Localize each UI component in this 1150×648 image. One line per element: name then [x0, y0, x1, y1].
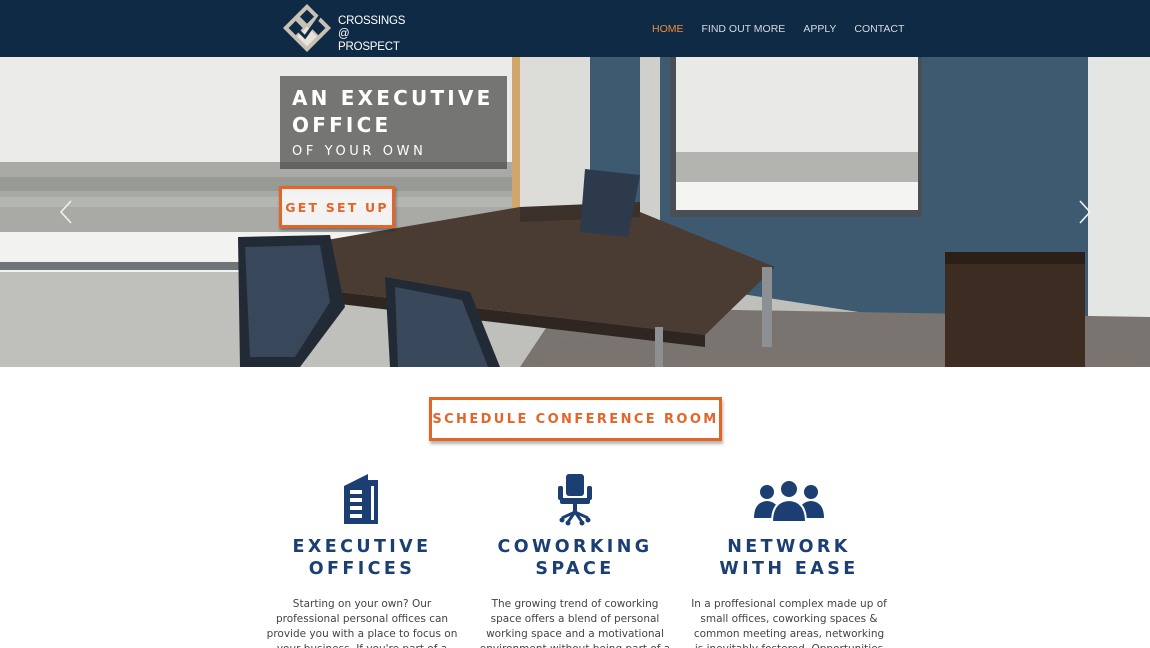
feature-title-line-1: NETWORK [727, 537, 851, 557]
people-group-icon [754, 479, 824, 523]
feature-executive-offices: EXECUTIVE OFFICES Starting on your own? … [262, 470, 462, 648]
logo-line-2: @ PROSPECT [338, 28, 400, 53]
slide-dot-3[interactable] [584, 335, 588, 339]
feature-title-line-1: COWORKING [497, 537, 653, 557]
logo-text: CROSSINGS @ PROSPECT [338, 15, 410, 54]
hero-subline: OF YOUR OWN [292, 144, 427, 159]
feature-description: The growing trend of coworking space off… [480, 598, 670, 648]
site-header: CROSSINGS @ PROSPECT HOME FIND OUT MORE … [0, 0, 1150, 57]
hero-headline: AN EXECUTIVE OFFICE [292, 85, 493, 139]
get-set-up-button[interactable]: GET SET UP [279, 186, 395, 228]
logo-line-1: CROSSINGS [338, 15, 406, 27]
hero-headline-line-1: AN EXECUTIVE [292, 86, 494, 110]
slide-dot-1[interactable] [562, 335, 566, 339]
nav-home[interactable]: HOME [643, 23, 693, 35]
feature-title-line-2: WITH EASE [719, 559, 859, 579]
feature-title: NETWORK WITH EASE [689, 536, 889, 580]
hero-headline-box: AN EXECUTIVE OFFICE OF YOUR OWN [280, 76, 507, 169]
feature-title-line-1: EXECUTIVE [292, 537, 432, 557]
hero-office-photo [0, 57, 1150, 367]
feature-description: Starting on your own? Our professional p… [266, 598, 458, 648]
feature-coworking-space: COWORKING SPACE The growing trend of cow… [475, 470, 675, 648]
schedule-conference-room-button[interactable]: SCHEDULE CONFERENCE ROOM [429, 397, 722, 441]
feature-network-with-ease: NETWORK WITH EASE In a proffesional comp… [689, 470, 889, 648]
office-building-icon [344, 474, 378, 524]
office-chair-icon [558, 474, 592, 526]
chevron-left-icon[interactable] [59, 199, 73, 225]
nav-apply[interactable]: APPLY [794, 23, 845, 35]
hero-headline-line-2: OFFICE [292, 113, 392, 137]
slide-indicator [562, 335, 588, 339]
slide-dot-2[interactable] [573, 335, 577, 339]
feature-title-line-2: OFFICES [308, 559, 416, 579]
feature-title: EXECUTIVE OFFICES [262, 536, 462, 580]
hero-slideshow: AN EXECUTIVE OFFICE OF YOUR OWN GET SET … [0, 57, 1150, 367]
logo-mark-icon [282, 3, 332, 53]
nav-contact[interactable]: CONTACT [845, 23, 913, 35]
chevron-right-icon[interactable] [1078, 199, 1092, 225]
feature-title: COWORKING SPACE [475, 536, 675, 580]
feature-title-line-2: SPACE [535, 559, 615, 579]
feature-description: In a proffesional complex made up of sma… [691, 598, 887, 648]
main-nav: HOME FIND OUT MORE APPLY CONTACT [643, 0, 913, 57]
site-logo[interactable]: CROSSINGS @ PROSPECT [280, 2, 410, 54]
nav-find-out-more[interactable]: FIND OUT MORE [693, 23, 795, 35]
